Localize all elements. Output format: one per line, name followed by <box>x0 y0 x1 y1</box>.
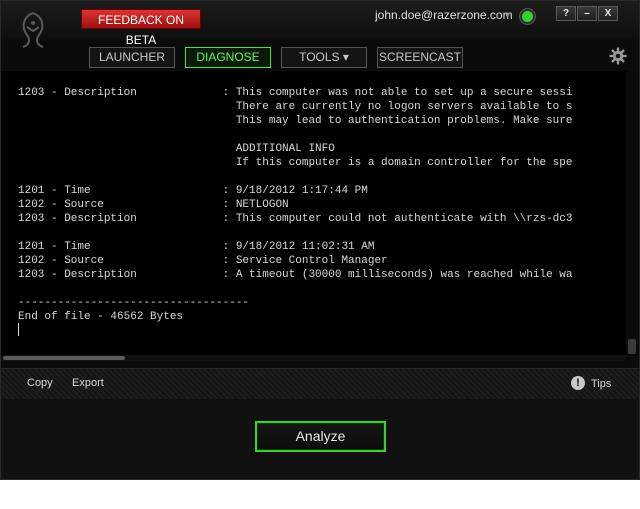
title-bar: FEEDBACK ON BETA john.doe@razerzone.com … <box>1 1 639 48</box>
online-status-icon <box>520 9 535 24</box>
log-line: There are currently no logon servers ava… <box>18 101 573 113</box>
tips-label: Tips <box>591 378 612 390</box>
log-line: This may lead to authentication problems… <box>18 115 573 127</box>
app-window: FEEDBACK ON BETA john.doe@razerzone.com … <box>0 0 640 480</box>
tab-diagnose[interactable]: DIAGNOSE <box>185 47 271 68</box>
vertical-scroll-thumb[interactable] <box>628 339 636 354</box>
user-email[interactable]: john.doe@razerzone.com <box>375 8 513 22</box>
end-of-file-line: End of file - 46562 Bytes <box>18 311 184 323</box>
vertical-scrollbar[interactable] <box>627 71 637 356</box>
bottom-panel: Analyze <box>1 399 639 479</box>
log-line: 1203 - Description : A timeout (30000 mi… <box>18 269 573 281</box>
copy-button[interactable]: Copy <box>27 377 53 389</box>
log-line: 1201 - Time : 9/18/2012 11:02:31 AM <box>18 241 375 253</box>
log-line: If this computer is a domain controller … <box>18 157 573 169</box>
tab-launcher[interactable]: LAUNCHER <box>89 47 175 68</box>
feedback-button[interactable]: FEEDBACK ON BETA <box>81 9 201 47</box>
help-button[interactable]: ? <box>556 6 576 21</box>
analyze-button[interactable]: Analyze <box>255 421 386 452</box>
log-actions-bar: Copy Export ! Tips <box>1 368 639 400</box>
horizontal-scroll-thumb[interactable] <box>3 356 125 360</box>
log-line: ADDITIONAL INFO <box>18 143 335 155</box>
main-nav: LAUNCHER DIAGNOSE TOOLS ▾ SCREENCAST <box>1 39 639 71</box>
export-button[interactable]: Export <box>72 377 104 389</box>
gear-icon[interactable] <box>609 47 627 65</box>
log-line: 1202 - Source : NETLOGON <box>18 199 289 211</box>
log-line: 1203 - Description : This computer was n… <box>18 87 573 99</box>
log-line: 1201 - Time : 9/18/2012 1:17:44 PM <box>18 185 368 197</box>
tab-screencast[interactable]: SCREENCAST <box>377 47 463 68</box>
diagnose-log[interactable]: 1203 - Description : This computer was n… <box>1 71 626 356</box>
tab-tools[interactable]: TOOLS ▾ <box>281 47 367 68</box>
close-button[interactable]: X <box>598 6 618 21</box>
log-divider: ----------------------------------- <box>18 297 250 309</box>
text-cursor <box>18 323 19 336</box>
log-line: 1202 - Source : Service Control Manager <box>18 255 388 267</box>
minimize-button[interactable]: – <box>577 6 597 21</box>
horizontal-scrollbar[interactable] <box>1 355 626 361</box>
info-icon: ! <box>571 376 585 390</box>
chevron-down-icon[interactable]: ▼ <box>503 10 512 20</box>
log-line: 1203 - Description : This computer could… <box>18 213 573 225</box>
